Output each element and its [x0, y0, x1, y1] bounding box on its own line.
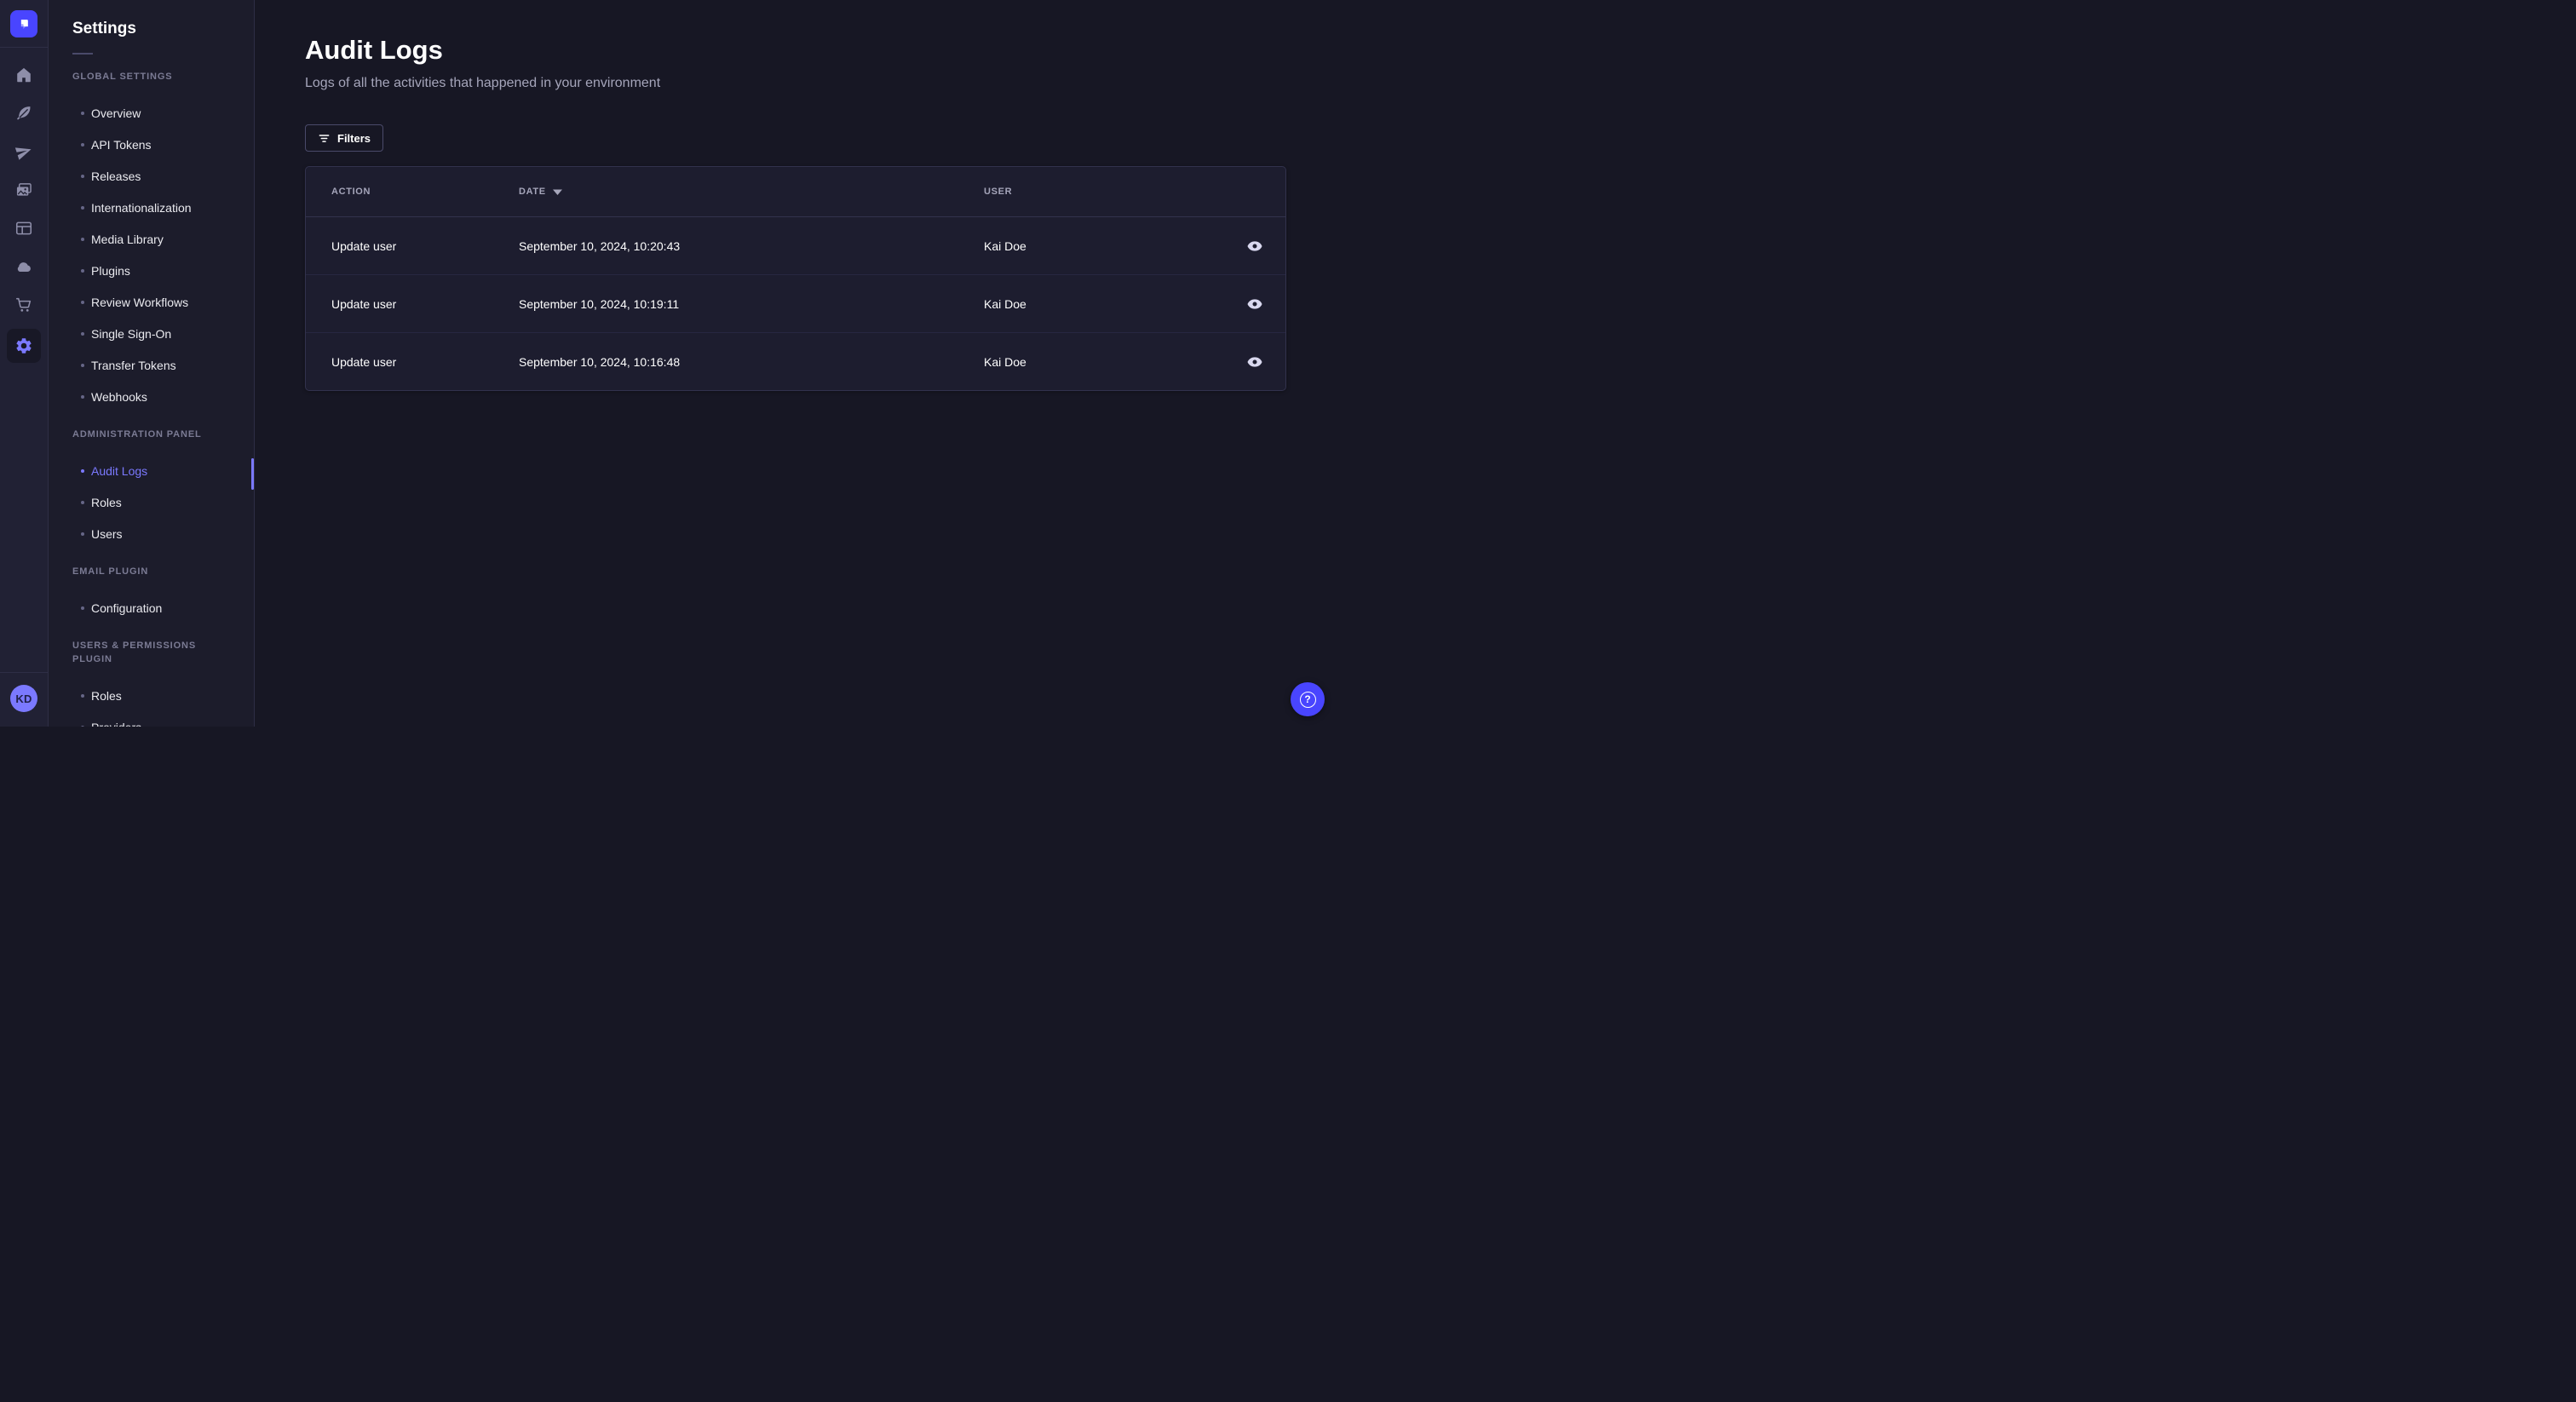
section-administration-panel: ADMINISTRATION PANEL	[72, 429, 202, 440]
cell-action: Update user	[331, 296, 397, 311]
sidebar-item-media-library[interactable]: Media Library	[49, 223, 254, 255]
bullet-icon	[81, 725, 84, 727]
sidebar-item-overview[interactable]: Overview	[49, 97, 254, 129]
sidebar-item-providers[interactable]: Providers	[49, 711, 254, 727]
sidebar-item-admin-roles[interactable]: Roles	[49, 486, 254, 518]
bullet-icon	[81, 363, 84, 367]
sidebar-item-internationalization[interactable]: Internationalization	[49, 192, 254, 223]
bullet-icon	[81, 268, 84, 273]
page-title: Audit Logs	[305, 35, 443, 65]
bullet-icon	[81, 500, 84, 504]
help-button[interactable]: ?	[1291, 682, 1325, 716]
cell-date: September 10, 2024, 10:20:43	[519, 238, 681, 253]
sidebar-item-configuration[interactable]: Configuration	[49, 592, 254, 623]
cloud-icon[interactable]	[14, 257, 33, 276]
sidebar-item-api-tokens[interactable]: API Tokens	[49, 129, 254, 160]
users-permissions-list: Roles Providers	[49, 680, 254, 727]
question-mark-icon: ?	[1299, 691, 1316, 708]
icon-rail: KD	[0, 0, 49, 727]
workspace-logo-button[interactable]	[0, 0, 48, 48]
sidebar-item-transfer-tokens[interactable]: Transfer Tokens	[49, 349, 254, 381]
view-log-button[interactable]	[1241, 348, 1268, 376]
strapi-logo-icon	[10, 9, 37, 37]
sidebar-item-single-sign-on[interactable]: Single Sign-On	[49, 318, 254, 349]
view-log-button[interactable]	[1241, 233, 1268, 260]
filter-icon	[318, 132, 331, 145]
sidebar-item-releases[interactable]: Releases	[49, 160, 254, 192]
sidebar-item-plugins[interactable]: Plugins	[49, 255, 254, 286]
main-content: Audit Logs Logs of all the activities th…	[255, 0, 1336, 727]
gear-icon[interactable]	[7, 329, 41, 363]
eye-icon	[1246, 296, 1263, 313]
section-global-settings: GLOBAL SETTINGS	[72, 72, 173, 82]
bullet-icon	[81, 300, 84, 304]
feather-icon[interactable]	[14, 104, 33, 123]
page-subtitle: Logs of all the activities that happened…	[305, 76, 661, 90]
sidebar-item-audit-logs[interactable]: Audit Logs	[49, 455, 254, 486]
settings-sidebar: Settings GLOBAL SETTINGS Overview API To…	[49, 0, 255, 727]
cell-user: Kai Doe	[984, 238, 1026, 253]
view-log-button[interactable]	[1241, 290, 1268, 318]
administration-panel-list: Audit Logs Roles Users	[49, 455, 254, 549]
bullet-icon	[81, 468, 84, 473]
sidebar-title-divider	[72, 53, 93, 55]
bullet-icon	[81, 693, 84, 698]
eye-icon	[1246, 238, 1263, 255]
images-icon[interactable]	[14, 181, 33, 199]
bullet-icon	[81, 111, 84, 115]
cell-date: September 10, 2024, 10:16:48	[519, 354, 681, 369]
avatar[interactable]: KD	[10, 685, 37, 712]
cell-user: Kai Doe	[984, 354, 1026, 369]
rail-nav	[7, 66, 41, 363]
rail-bottom: KD	[0, 672, 48, 727]
table-row: Update user September 10, 2024, 10:19:11…	[306, 274, 1285, 332]
table-row: Update user September 10, 2024, 10:20:43…	[306, 217, 1285, 274]
cart-icon[interactable]	[14, 296, 33, 314]
bullet-icon	[81, 174, 84, 178]
audit-logs-table: ACTION DATE USER Update user September 1…	[305, 166, 1286, 391]
filters-button[interactable]: Filters	[305, 124, 384, 152]
table-row: Update user September 10, 2024, 10:16:48…	[306, 332, 1285, 390]
sidebar-item-admin-users[interactable]: Users	[49, 518, 254, 549]
sidebar-scroll-indicator[interactable]	[251, 458, 254, 490]
bullet-icon	[81, 394, 84, 399]
column-header-date[interactable]: DATE	[519, 187, 984, 197]
bullet-icon	[81, 531, 84, 536]
sidebar-item-review-workflows[interactable]: Review Workflows	[49, 286, 254, 318]
bullet-icon	[81, 331, 84, 336]
table-header-row: ACTION DATE USER	[306, 167, 1285, 217]
cell-action: Update user	[331, 354, 397, 369]
eye-icon	[1246, 353, 1263, 371]
sort-desc-icon[interactable]	[552, 189, 562, 195]
section-users-permissions-plugin: USERS & PERMISSIONS PLUGIN	[72, 641, 197, 664]
bullet-icon	[81, 205, 84, 210]
section-email-plugin: EMAIL PLUGIN	[72, 566, 149, 577]
cell-user: Kai Doe	[984, 296, 1026, 311]
cell-action: Update user	[331, 238, 397, 253]
rail-divider	[0, 672, 48, 673]
email-plugin-list: Configuration	[49, 592, 254, 623]
sidebar-title: Settings	[72, 20, 136, 37]
app-root: KD Settings GLOBAL SETTINGS Overview API…	[0, 0, 1336, 727]
sidebar-item-webhooks[interactable]: Webhooks	[49, 381, 254, 412]
layout-icon[interactable]	[14, 219, 33, 238]
paper-plane-icon[interactable]	[14, 142, 33, 161]
bullet-icon	[81, 606, 84, 610]
filters-button-label: Filters	[337, 131, 371, 145]
column-header-action: ACTION	[331, 187, 371, 197]
bullet-icon	[81, 237, 84, 241]
home-icon[interactable]	[14, 66, 33, 84]
global-settings-list: Overview API Tokens Releases Internation…	[49, 97, 254, 412]
bullet-icon	[81, 142, 84, 147]
cell-date: September 10, 2024, 10:19:11	[519, 296, 680, 311]
sidebar-item-up-roles[interactable]: Roles	[49, 680, 254, 711]
column-header-user: USER	[984, 187, 1013, 197]
